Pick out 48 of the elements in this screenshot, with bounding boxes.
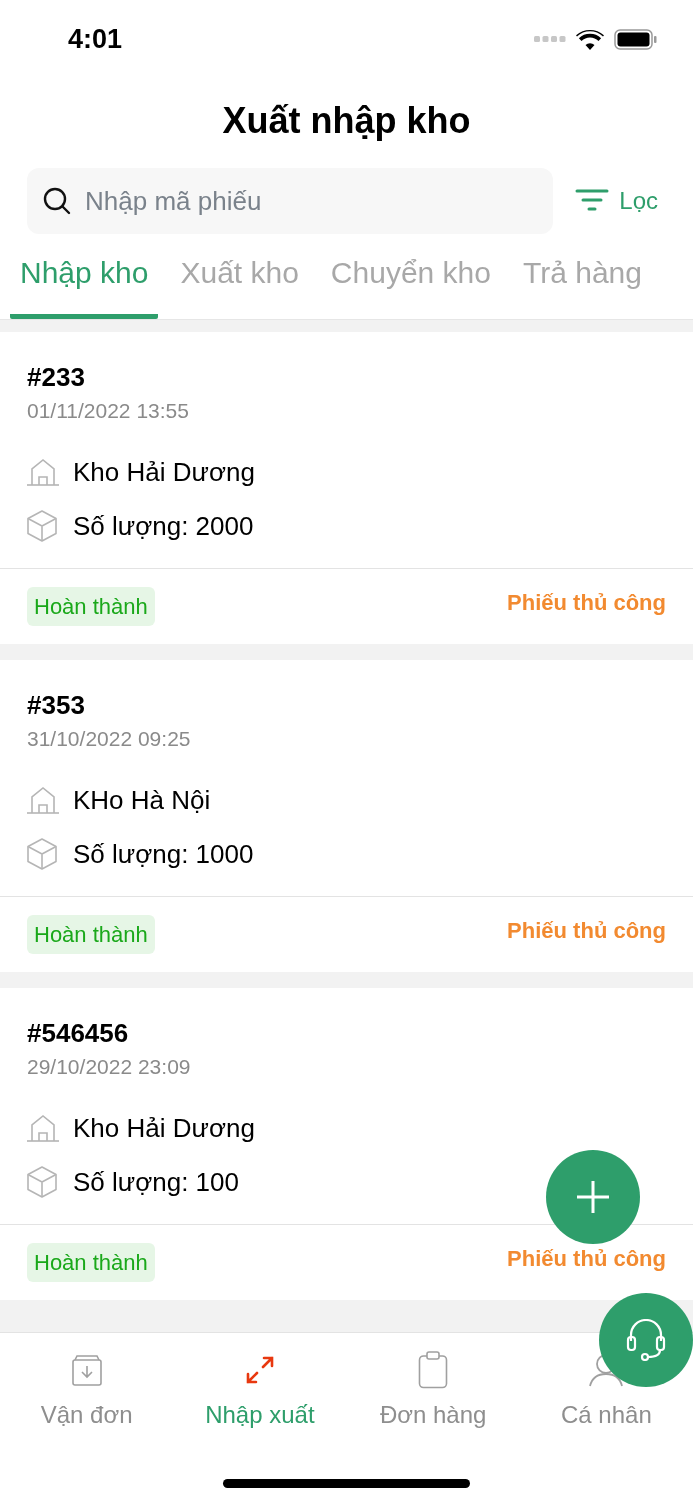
record-card[interactable]: #546456 29/10/2022 23:09 Kho Hải Dương Số lượng: 100 Hoàn thành Phiếu thủ công bbox=[0, 988, 693, 1300]
box-icon bbox=[27, 1166, 57, 1198]
status-time: 4:01 bbox=[68, 22, 123, 56]
record-date: 01/11/2022 13:55 bbox=[27, 398, 190, 424]
tab[interactable]: Chuyển kho bbox=[320, 241, 501, 319]
record-date: 31/10/2022 09:25 bbox=[27, 726, 192, 752]
nav-item[interactable]: Cá nhân bbox=[561, 1397, 652, 1433]
page-title: Xuất nhập kho bbox=[222, 99, 471, 143]
record-type: Phiếu thủ công bbox=[507, 589, 666, 617]
clipboard-icon bbox=[418, 1351, 449, 1389]
battery-icon bbox=[614, 28, 657, 50]
quantity-text: Số lượng: 1000 bbox=[73, 837, 254, 871]
warehouse-name: Kho Hải Dương bbox=[73, 1111, 255, 1145]
quantity-text: Số lượng: 2000 bbox=[73, 509, 254, 543]
inbox-icon bbox=[70, 1354, 103, 1386]
wifi-icon bbox=[576, 28, 604, 50]
house-icon bbox=[27, 1114, 59, 1142]
record-date: 29/10/2022 23:09 bbox=[27, 1054, 192, 1080]
tab[interactable]: Trả hàng bbox=[512, 241, 652, 319]
search-input[interactable]: Nhập mã phiếu bbox=[85, 181, 538, 221]
status-badge: Hoàn thành bbox=[27, 587, 155, 626]
filter-icon bbox=[575, 188, 610, 214]
house-icon bbox=[27, 786, 59, 814]
record-type: Phiếu thủ công bbox=[507, 917, 666, 945]
signal-icon bbox=[534, 35, 566, 43]
quantity-text: Số lượng: 100 bbox=[73, 1165, 239, 1199]
house-icon bbox=[27, 458, 59, 486]
tab[interactable]: Xuất kho bbox=[170, 241, 309, 319]
record-code: #546456 bbox=[27, 1017, 130, 1050]
record-card[interactable]: #233 01/11/2022 13:55 Kho Hải Dương Số lượng: 2000 Hoàn thành Phiếu thủ công bbox=[0, 332, 693, 644]
search-icon bbox=[43, 187, 71, 215]
nav-item[interactable]: Đơn hàng bbox=[379, 1397, 487, 1433]
nav-item[interactable]: Nhập xuất bbox=[205, 1397, 315, 1433]
headset-icon bbox=[626, 1319, 666, 1361]
search-field[interactable]: Nhập mã phiếu bbox=[27, 168, 554, 234]
warehouse-name: KHo Hà Nội bbox=[73, 783, 211, 817]
record-code: #233 bbox=[27, 361, 86, 394]
nav-item[interactable]: Vận đơn bbox=[40, 1397, 133, 1433]
plus-icon bbox=[576, 1180, 610, 1214]
record-type: Phiếu thủ công bbox=[507, 1245, 666, 1273]
filter-button[interactable]: Lọc bbox=[575, 183, 666, 219]
status-badge: Hoàn thành bbox=[27, 915, 155, 954]
box-icon bbox=[27, 838, 57, 870]
record-code: #353 bbox=[27, 689, 86, 722]
box-icon bbox=[27, 510, 57, 542]
status-badge: Hoàn thành bbox=[27, 1243, 155, 1282]
record-card[interactable]: #353 31/10/2022 09:25 KHo Hà Nội Số lượng: 1000 Hoàn thành Phiếu thủ công bbox=[0, 660, 693, 972]
warehouse-name: Kho Hải Dương bbox=[73, 455, 255, 489]
